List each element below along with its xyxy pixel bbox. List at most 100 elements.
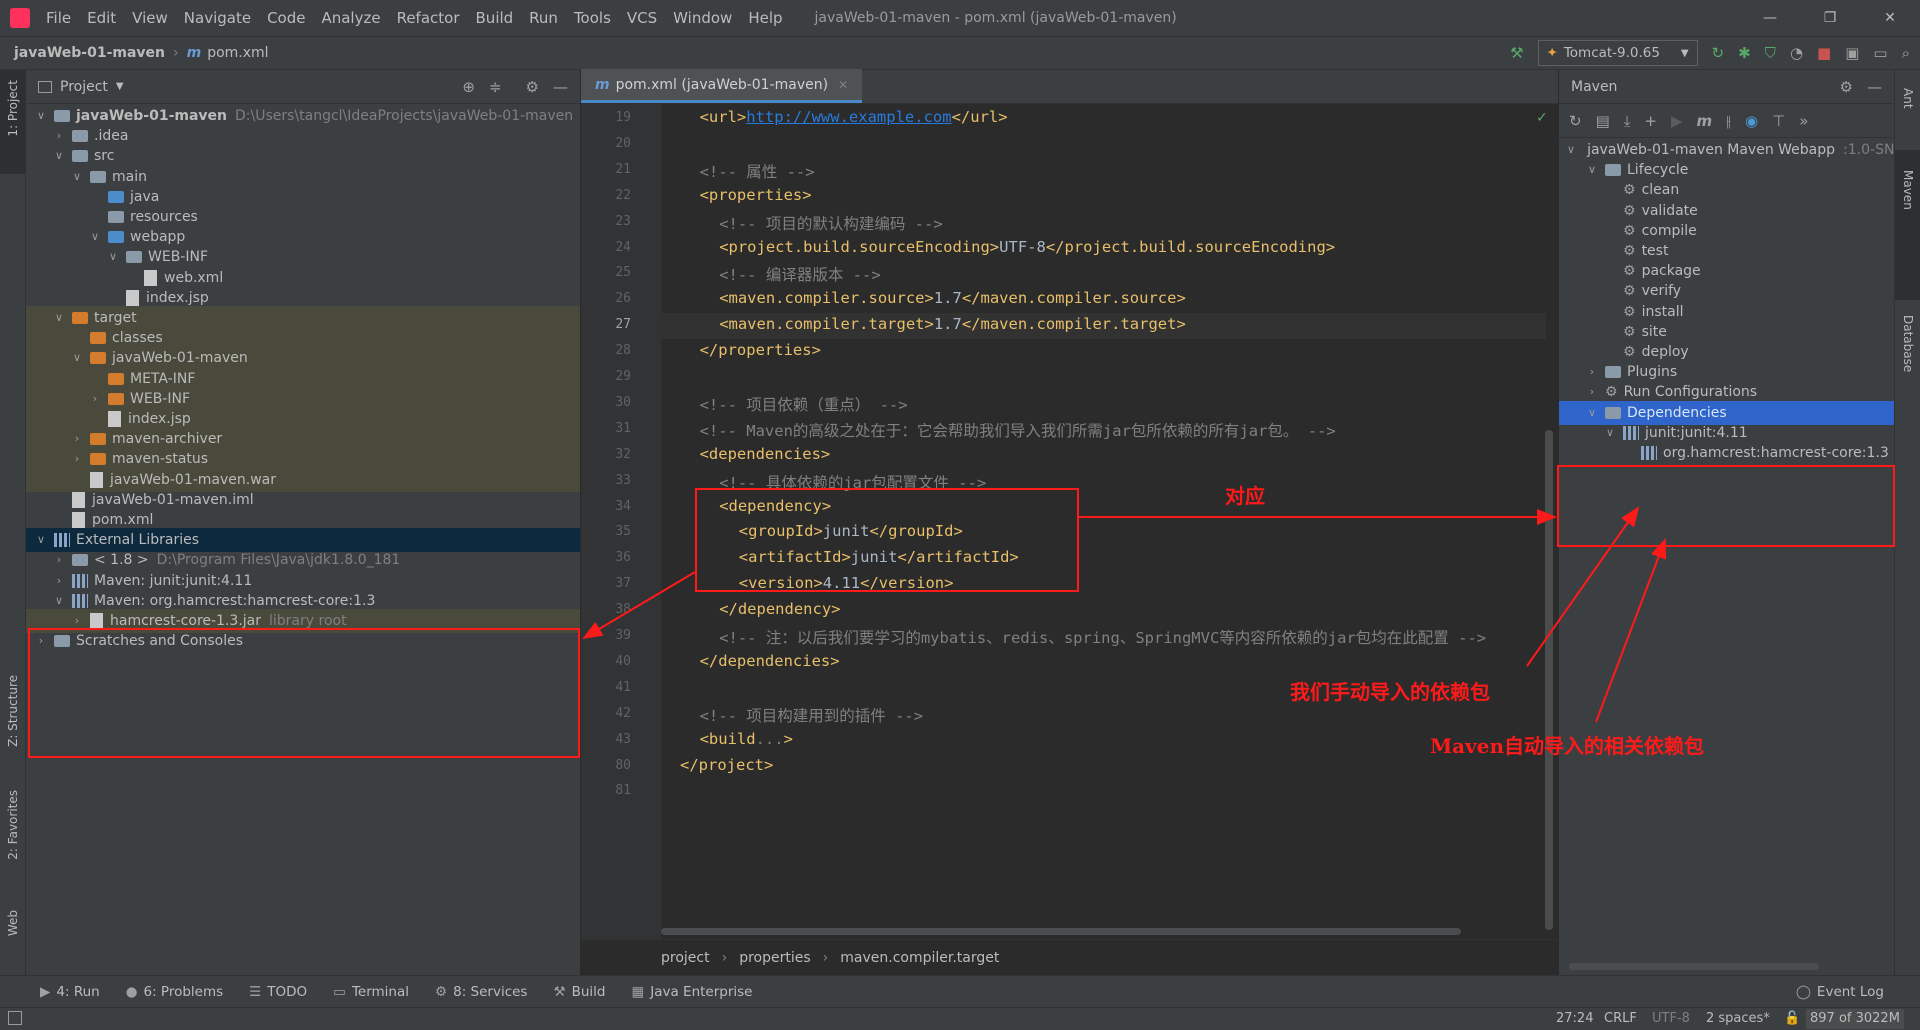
menu-tools[interactable]: Tools — [574, 9, 611, 27]
coverage-icon[interactable]: ⛉ — [1765, 44, 1776, 62]
debug-icon[interactable]: ✱ — [1738, 44, 1751, 62]
rerun-icon[interactable]: ↻ — [1712, 44, 1725, 62]
hide-icon[interactable]: — — [1867, 78, 1882, 96]
run-config-label: Tomcat-9.0.65 — [1563, 45, 1660, 61]
editor-scrollbar[interactable] — [1545, 430, 1553, 930]
project-panel-title[interactable]: Project — [60, 79, 108, 95]
profile-icon[interactable]: ◔ — [1790, 44, 1803, 62]
code-token: UTF-8 — [999, 237, 1046, 256]
excluded-folder-icon — [90, 453, 106, 466]
tw-java-enterprise[interactable]: ▦ Java Enterprise — [631, 984, 752, 1000]
layout-icon[interactable]: ▭ — [1873, 44, 1887, 62]
stop-icon[interactable]: ■ — [1817, 44, 1831, 62]
menu-code[interactable]: Code — [267, 9, 305, 27]
lock-icon[interactable]: 🔓 — [1784, 1011, 1800, 1026]
code-token: </project.build.sourceEncoding> — [1045, 237, 1336, 256]
close-button[interactable]: ✕ — [1860, 10, 1920, 26]
more-icon[interactable]: » — [1799, 112, 1808, 130]
library-icon — [72, 593, 88, 608]
build-hammer-icon[interactable]: ⚒ — [1510, 44, 1523, 62]
generate-sources-icon[interactable]: ▤ — [1596, 112, 1610, 130]
minimize-button[interactable]: — — [1740, 10, 1800, 26]
java-enterprise-icon: ▦ — [631, 983, 645, 1000]
code-token: <build — [699, 729, 756, 748]
caret-position[interactable]: 27:24 — [1556, 1011, 1593, 1026]
code-token: <!-- 属性 --> — [699, 162, 815, 181]
nav-file[interactable]: pom.xml — [207, 45, 268, 61]
tw-todo[interactable]: ☰ TODO — [249, 984, 307, 1000]
strip-structure[interactable]: Z: Structure — [6, 675, 20, 747]
code-line: <project.build.sourceEncoding>UTF-8</pro… — [719, 238, 1335, 256]
gear-icon[interactable]: ⚙ — [526, 78, 539, 96]
strip-project[interactable]: 1: Project — [6, 80, 20, 137]
execute-goal-icon[interactable]: m — [1697, 112, 1713, 130]
breadcrumb-item[interactable]: maven.compiler.target — [840, 950, 999, 966]
search-icon[interactable]: ⌕ — [1902, 44, 1910, 62]
strip-favorites[interactable]: 2: Favorites — [6, 790, 20, 860]
code-line: <maven.compiler.target>1.7</maven.compil… — [719, 315, 1186, 333]
tw-problems[interactable]: ● 6: Problems — [126, 984, 223, 1000]
source-folder-icon — [108, 231, 124, 244]
tw-event-log[interactable]: ◯ Event Log — [1796, 984, 1884, 1000]
collapse-all-icon[interactable]: ≑ — [489, 78, 502, 96]
line-separator[interactable]: CRLF — [1604, 1011, 1637, 1026]
strip-maven[interactable]: Maven — [1901, 170, 1915, 210]
chevron-right-icon: › — [822, 949, 829, 966]
breadcrumb-item[interactable]: project — [661, 950, 710, 966]
run-icon: ▶ — [40, 983, 51, 1000]
horizontal-scrollbar[interactable] — [661, 928, 1461, 935]
skip-tests-icon[interactable]: ◉ — [1745, 112, 1758, 130]
project-structure-icon[interactable]: ▣ — [1845, 44, 1859, 62]
tree-item[interactable]: org.hamcrest:hamcrest-core:1.3 — [1559, 441, 1894, 465]
strip-ant[interactable]: Ant — [1901, 88, 1915, 109]
menu-analyze[interactable]: Analyze — [321, 9, 380, 27]
chevron-down-icon[interactable]: ▼ — [116, 81, 124, 92]
tomcat-icon: ✦ — [1546, 45, 1558, 61]
menu-refactor[interactable]: Refactor — [397, 9, 460, 27]
add-icon[interactable]: + — [1644, 112, 1657, 130]
maximize-button[interactable]: ❐ — [1800, 10, 1860, 26]
tw-build[interactable]: ⚒ Build — [553, 984, 605, 1000]
tw-terminal-label: Terminal — [351, 983, 409, 1000]
file-icon — [108, 411, 121, 427]
menu-file[interactable]: File — [46, 9, 71, 27]
maven-scrollbar[interactable] — [1569, 963, 1819, 970]
strip-database[interactable]: Database — [1901, 315, 1915, 372]
hide-icon[interactable]: — — [553, 78, 568, 96]
locate-icon[interactable]: ⊕ — [462, 78, 475, 96]
run-config-select[interactable]: ✦ Tomcat-9.0.65 ▼ — [1537, 40, 1698, 66]
close-icon[interactable]: ✕ — [838, 78, 848, 92]
menu-window[interactable]: Window — [673, 9, 732, 27]
inspection-ok-icon[interactable]: ✓ — [1536, 110, 1548, 126]
folder-icon — [108, 211, 124, 223]
code-token: <maven.compiler.target> — [719, 315, 934, 334]
tw-services[interactable]: ⚙ 8: Services — [435, 984, 527, 1000]
gear-icon[interactable]: ⚙ — [1840, 78, 1853, 96]
maven-file-icon: m — [595, 76, 610, 93]
show-dependencies-icon[interactable]: ⊤ — [1772, 112, 1785, 130]
tw-run[interactable]: ▶ 4: Run — [40, 984, 100, 1000]
annotation-box-maven-dependencies — [1557, 465, 1895, 547]
tab-pom-xml[interactable]: m pom.xml (javaWeb-01-maven) ✕ — [581, 69, 863, 103]
strip-web[interactable]: Web — [6, 910, 20, 936]
menu-run[interactable]: Run — [529, 9, 558, 27]
file-encoding[interactable]: UTF-8 — [1652, 1011, 1690, 1026]
tw-terminal[interactable]: ▭ Terminal — [333, 984, 409, 1000]
nav-project[interactable]: javaWeb-01-maven — [14, 45, 165, 61]
indent-setting[interactable]: 2 spaces* — [1706, 1011, 1770, 1026]
menu-edit[interactable]: Edit — [87, 9, 116, 27]
menu-view[interactable]: View — [132, 9, 168, 27]
breadcrumb-item[interactable]: properties — [739, 950, 810, 966]
menu-build[interactable]: Build — [476, 9, 514, 27]
download-icon[interactable]: ⤓ — [1624, 112, 1631, 130]
file-icon — [72, 491, 85, 508]
memory-indicator[interactable]: 897 of 3022M — [1806, 1009, 1904, 1029]
toggle-tool-windows-icon[interactable] — [8, 1011, 22, 1025]
menu-vcs[interactable]: VCS — [627, 9, 657, 27]
run-icon[interactable]: ▶ — [1671, 112, 1683, 130]
menu-help[interactable]: Help — [748, 9, 782, 27]
reload-icon[interactable]: ↻ — [1569, 112, 1582, 130]
menu-navigate[interactable]: Navigate — [184, 9, 251, 27]
toggle-offline-icon[interactable]: ⫲ — [1726, 112, 1731, 130]
code-line: </properties> — [700, 341, 821, 359]
